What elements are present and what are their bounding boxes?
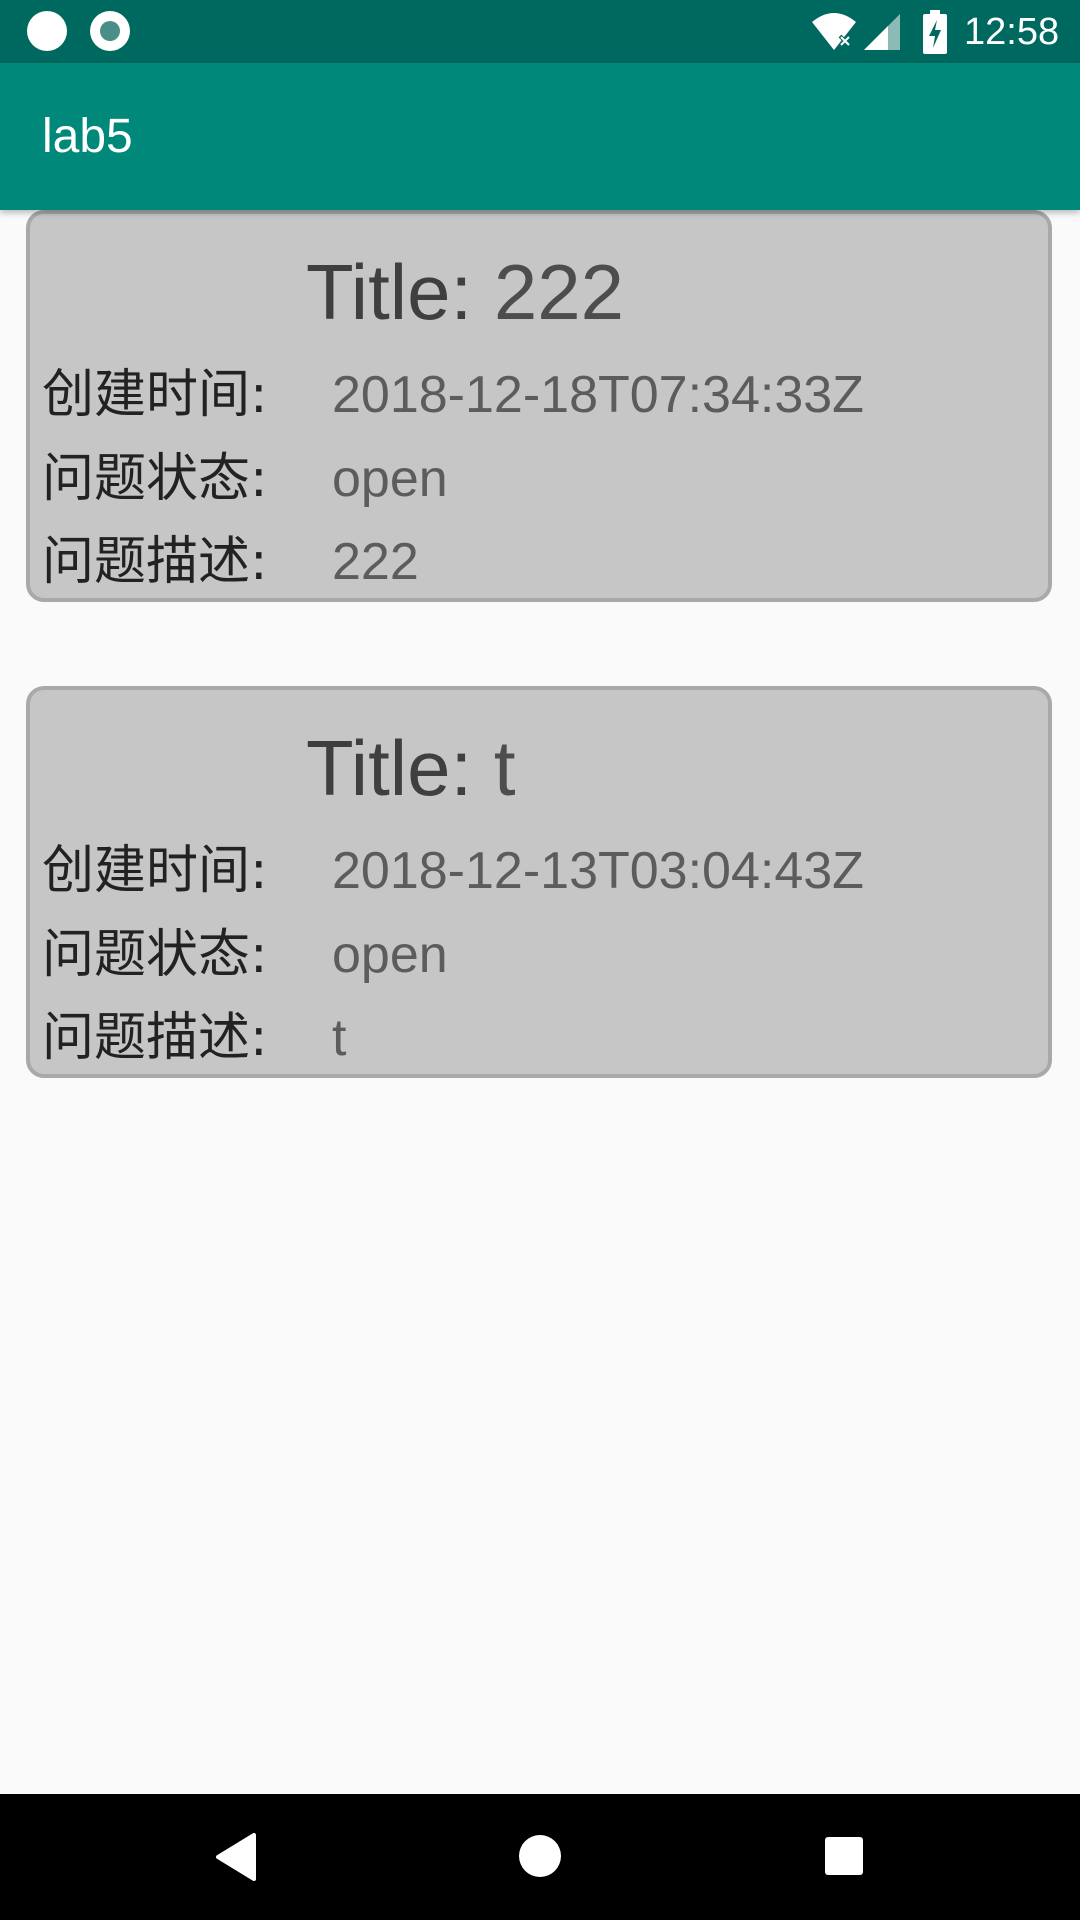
issue-state-value: open [332,926,448,984]
notification-dot-icon [27,11,67,51]
issue-created-value: 2018-12-13T03:04:43Z [332,842,864,900]
issue-title-prefix: Title: [306,248,494,336]
navigation-bar [0,1794,1080,1920]
issue-created-value: 2018-12-18T07:34:33Z [332,366,864,424]
issue-desc-value: t [332,1009,347,1067]
status-time: 12:58 [964,11,1060,53]
cell-signal-icon [864,14,900,50]
issue-title-value: 222 [493,248,624,336]
issue-title-prefix: Title: [306,724,494,812]
issue-card[interactable]: Title: t 创建时间: 2018-12-13T03:04:43Z 问题状态… [26,686,1052,1078]
nav-home-button[interactable] [450,1794,630,1920]
issue-desc-label: 问题描述: [42,532,268,592]
notification-ring-icon [90,11,130,51]
nav-recents-button[interactable] [754,1794,934,1920]
status-bar: 12:58 [0,0,1080,63]
issue-title: Title: 222 [306,250,624,334]
app-title: lab5 [42,110,133,163]
issue-state-label: 问题状态: [42,449,268,509]
recents-icon [825,1837,863,1875]
issue-created-label: 创建时间: [42,841,268,901]
app-bar: lab5 [0,63,1080,210]
issue-created-label: 创建时间: [42,365,268,425]
issue-title-value: t [493,724,516,812]
wifi-icon [812,13,856,50]
battery-charging-icon [923,10,947,54]
issue-state-value: open [332,450,448,508]
back-icon [216,1833,256,1881]
issue-state-label: 问题状态: [42,925,268,985]
nav-back-button[interactable] [146,1794,326,1920]
issue-desc-value: 222 [332,533,419,591]
issue-card[interactable]: Title: 222 创建时间: 2018-12-18T07:34:33Z 问题… [26,210,1052,602]
home-icon [519,1835,561,1877]
issue-desc-label: 问题描述: [42,1008,268,1068]
issue-title: Title: t [306,726,515,810]
